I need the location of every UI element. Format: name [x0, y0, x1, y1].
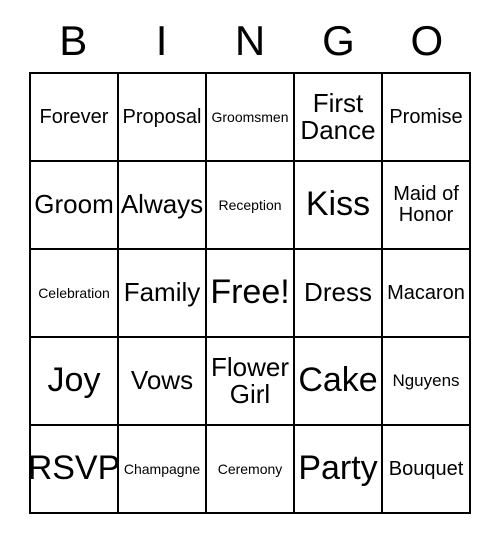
bingo-cell-line: Reception [218, 196, 282, 213]
bingo-cell-line: Dress [304, 277, 372, 308]
bingo-cell-label: RSVP [31, 449, 119, 488]
bingo-cell-line: Girl [229, 379, 271, 409]
bingo-cell-label: Family [124, 279, 201, 306]
bingo-cell-label: Party [298, 449, 378, 488]
bingo-cell-label: Reception [218, 196, 282, 213]
bingo-cell-line: Bouquet [388, 457, 464, 480]
bingo-cell-line: RSVP [31, 449, 119, 488]
bingo-free-cell[interactable]: Free! [207, 250, 295, 338]
bingo-cell-label: Macaron [387, 281, 465, 304]
bingo-cell-line: Honor [398, 204, 454, 226]
bingo-cell-label: Nguyens [392, 372, 459, 390]
bingo-cell[interactable]: Dress [295, 250, 383, 338]
bingo-cell-line: Champagne [123, 460, 201, 477]
bingo-cell[interactable]: Champagne [119, 426, 207, 514]
bingo-cell-label: Kiss [305, 185, 371, 224]
bingo-cell-label: Bouquet [388, 457, 464, 480]
bingo-cell-line: Ceremony [217, 460, 283, 477]
bingo-cell[interactable]: Kiss [295, 162, 383, 250]
bingo-cell-line: Dance [300, 115, 376, 145]
bingo-cell-line: Proposal [122, 105, 202, 128]
bingo-cell-line: Maid of [393, 183, 459, 205]
bingo-cell-line: Always [120, 189, 204, 220]
bingo-cell[interactable]: Macaron [383, 250, 471, 338]
bingo-cell-label: Maid of Honor [393, 184, 459, 226]
bingo-cell[interactable]: Family [119, 250, 207, 338]
bingo-cell-label: Dress [304, 279, 372, 306]
bingo-header-letter-n: N [234, 17, 266, 64]
bingo-cell[interactable]: Groom [31, 162, 119, 250]
bingo-header-letter-g: G [322, 17, 355, 64]
bingo-cell[interactable]: Vows [119, 338, 207, 426]
bingo-cell-label: Ceremony [217, 460, 283, 477]
bingo-cell-line: Family [123, 277, 201, 308]
bingo-cell-line: Cake [298, 361, 378, 400]
bingo-card: B I N G O Forever Proposal Groomsmen First Dance… [0, 0, 500, 544]
bingo-cell-label: Flower Girl [210, 351, 289, 409]
bingo-cell-line: Groomsmen [211, 108, 289, 125]
bingo-cell[interactable]: Ceremony [207, 426, 295, 514]
bingo-cell-line: Promise [389, 105, 463, 128]
bingo-cell-line: Groom [34, 189, 114, 220]
bingo-cell[interactable]: Always [119, 162, 207, 250]
bingo-cell[interactable]: Nguyens [383, 338, 471, 426]
bingo-cell[interactable]: RSVP [31, 426, 119, 514]
bingo-cell[interactable]: Groomsmen [207, 74, 295, 162]
bingo-cell-label: Promise [389, 105, 463, 128]
bingo-cell[interactable]: First Dance [295, 74, 383, 162]
bingo-cell-line: Joy [47, 361, 101, 400]
bingo-cell[interactable]: Proposal [119, 74, 207, 162]
bingo-cell-label: Joy [47, 361, 101, 400]
bingo-cell-line: First [312, 87, 364, 118]
bingo-cell[interactable]: Bouquet [383, 426, 471, 514]
bingo-cell-label: Celebration [38, 284, 110, 301]
bingo-cell-label: Groom [34, 191, 113, 218]
bingo-cell-line: Party [298, 449, 378, 488]
bingo-header-row: BINGO [29, 12, 471, 70]
bingo-cell-label: Champagne [123, 460, 201, 477]
bingo-cell-line: Flower [210, 351, 289, 382]
bingo-cell-line: Kiss [305, 185, 371, 224]
bingo-cell-line: Vows [130, 365, 194, 396]
bingo-cell-line: Macaron [387, 281, 465, 304]
bingo-cell-line: Celebration [38, 284, 110, 301]
bingo-cell[interactable]: Flower Girl [207, 338, 295, 426]
bingo-cell[interactable]: Promise [383, 74, 471, 162]
bingo-cell[interactable]: Party [295, 426, 383, 514]
bingo-cell-line: Free! [210, 273, 290, 312]
bingo-cell-label: First Dance [300, 87, 376, 145]
bingo-cell[interactable]: Celebration [31, 250, 119, 338]
bingo-cell[interactable]: Forever [31, 74, 119, 162]
bingo-cell[interactable]: Joy [31, 338, 119, 426]
bingo-cell[interactable]: Maid of Honor [383, 162, 471, 250]
bingo-cell-label: Always [121, 191, 203, 218]
bingo-cell-label: Groomsmen [211, 108, 289, 125]
bingo-header-letter-b: B [59, 17, 88, 64]
bingo-cell-label: Free! [210, 273, 290, 312]
bingo-header-letter-i: I [155, 17, 168, 64]
bingo-cell-label: Proposal [122, 105, 202, 128]
bingo-cell[interactable]: Cake [295, 338, 383, 426]
bingo-header-letter-o: O [410, 17, 444, 64]
bingo-cell-label: Forever [39, 105, 109, 128]
bingo-cell-line: Nguyens [392, 371, 460, 391]
bingo-cell-line: Forever [39, 105, 109, 128]
bingo-cell-label: Cake [298, 361, 378, 400]
bingo-cell-label: Vows [131, 367, 193, 394]
bingo-grid: Forever Proposal Groomsmen First Dance Promis… [29, 72, 471, 514]
bingo-cell[interactable]: Reception [207, 162, 295, 250]
